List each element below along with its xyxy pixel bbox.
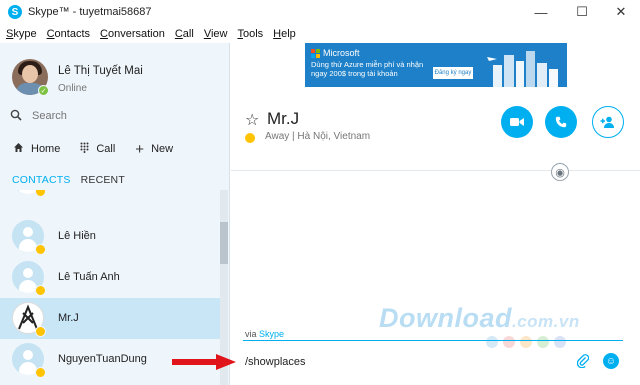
scrollbar-thumb[interactable]	[220, 222, 228, 264]
add-person-icon	[600, 116, 614, 128]
profile-name: Lê Thị Tuyết Mai	[58, 65, 143, 77]
annotation-arrow-icon	[172, 354, 236, 370]
menu-view[interactable]: View	[204, 28, 228, 40]
menu-tools[interactable]: Tools	[237, 28, 263, 40]
skype-logo-icon: S	[8, 5, 22, 19]
menu-help[interactable]: Help	[273, 28, 296, 40]
ad-cta-button[interactable]: Đăng ký ngay	[433, 67, 473, 79]
paperclip-icon[interactable]	[576, 354, 590, 371]
message-input[interactable]: /showplaces	[245, 356, 306, 368]
compose-underline	[243, 340, 623, 341]
contact-name: Lê Hiền	[58, 230, 96, 242]
video-call-button[interactable]	[501, 106, 533, 138]
list-item[interactable]	[0, 190, 220, 199]
minimize-icon[interactable]: —	[524, 0, 558, 24]
conversation-status-line: Away | Hà Nội, Vietnam	[265, 131, 371, 142]
video-camera-icon	[510, 118, 524, 126]
contact-name: Lê Tuấn Anh	[58, 271, 120, 283]
menu-bar: Skype Contacts Conversation Call View To…	[0, 24, 640, 43]
contact-tabs: CONTACTS RECENT	[12, 174, 135, 190]
menu-conversation[interactable]: Conversation	[100, 28, 165, 40]
header-divider	[231, 170, 640, 171]
away-status-icon	[35, 190, 46, 197]
home-icon	[13, 142, 24, 156]
away-status-icon	[35, 285, 46, 296]
home-button[interactable]: Home	[13, 142, 60, 156]
tab-contacts[interactable]: CONTACTS	[12, 174, 71, 190]
emoticon-icon[interactable]: ☺	[603, 353, 619, 369]
ad-text: Dùng thử Azure miễn phí và nhận ngay 200…	[311, 60, 424, 78]
away-status-icon	[35, 326, 46, 337]
search-input[interactable]	[32, 110, 212, 122]
new-label: New	[151, 143, 174, 155]
close-icon[interactable]: ✕	[604, 0, 638, 24]
call-label: Call	[96, 143, 116, 155]
tab-recent[interactable]: RECENT	[81, 174, 125, 190]
phone-icon	[555, 116, 567, 128]
profile-status[interactable]: Online	[58, 83, 87, 94]
nav-row: Home Call + New	[0, 140, 230, 158]
search-icon	[10, 109, 24, 124]
list-item[interactable]: Lê Tuấn Anh	[0, 257, 220, 298]
list-item-selected[interactable]: Mr.J	[0, 298, 220, 339]
profile-card[interactable]: ✓ Lê Thị Tuyết Mai Online	[0, 43, 230, 101]
watermark: Download.com.vn	[379, 303, 580, 334]
contact-name: NguyenTuanDung	[58, 353, 147, 365]
watermark-domain: .com.vn	[512, 312, 580, 331]
audio-call-button[interactable]	[545, 106, 577, 138]
menu-call[interactable]: Call	[175, 28, 194, 40]
menu-skype[interactable]: Skype	[6, 28, 37, 40]
away-status-icon	[245, 133, 255, 143]
watermark-text: Download	[379, 303, 512, 333]
call-button[interactable]: Call	[80, 142, 115, 156]
maximize-icon[interactable]: ☐	[565, 0, 599, 24]
away-status-icon	[35, 367, 46, 378]
globe-icon: ◉	[551, 163, 569, 181]
menu-contacts[interactable]: Contacts	[47, 28, 90, 40]
conversation-pane: Microsoft Dùng thử Azure miễn phí và nhậ…	[231, 43, 640, 385]
conversation-contact-name[interactable]: Mr.J	[267, 109, 299, 129]
contact-name: Mr.J	[58, 312, 79, 324]
ad-brand: Microsoft	[323, 48, 360, 58]
list-item[interactable]: Lê Hiền	[0, 216, 220, 257]
microsoft-logo-icon	[311, 49, 320, 58]
conversation-header: ☆ Mr.J Away | Hà Nội, Vietnam	[231, 103, 640, 173]
watermark-dots	[486, 336, 571, 348]
new-button[interactable]: + New	[135, 141, 173, 158]
star-icon[interactable]: ☆	[245, 110, 259, 130]
online-status-icon: ✓	[38, 85, 49, 96]
ad-banner[interactable]: Microsoft Dùng thử Azure miễn phí và nhậ…	[305, 43, 567, 87]
add-people-button[interactable]	[592, 106, 624, 138]
search-box[interactable]	[10, 107, 220, 125]
via-skype-label: via Skype	[245, 329, 285, 339]
away-status-icon	[35, 244, 46, 255]
city-illustration-icon	[487, 51, 558, 87]
window-title: Skype™ - tuyetmai58687	[28, 6, 152, 18]
home-label: Home	[31, 143, 61, 155]
plus-icon: +	[135, 140, 145, 158]
dialpad-icon	[80, 142, 89, 156]
